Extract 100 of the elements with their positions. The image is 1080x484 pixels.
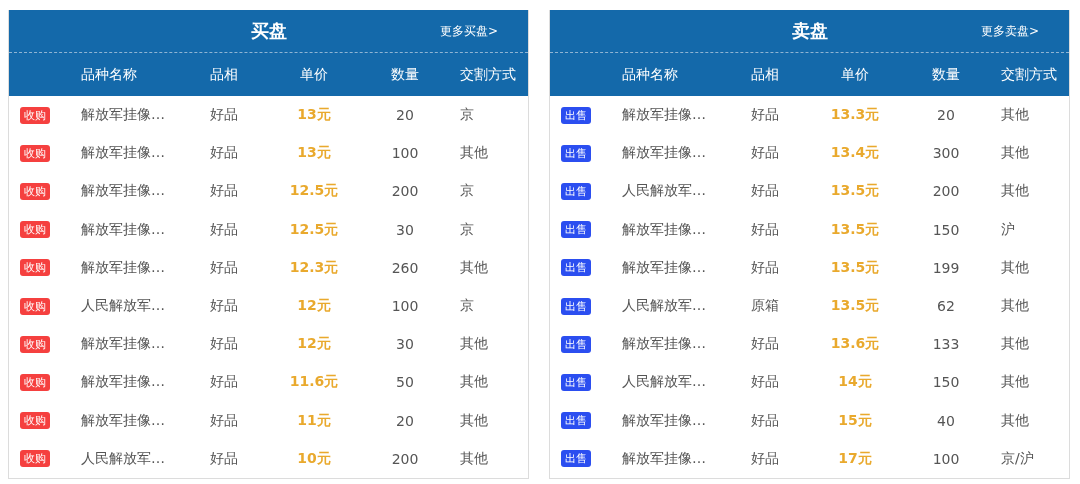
- column-header: 数量: [931, 65, 961, 84]
- price-cell-text: 11.6元: [288, 373, 340, 392]
- order-badge: 收购: [20, 106, 50, 124]
- price-cell-text: 12.3元: [288, 258, 340, 277]
- price-cell-text: 12.5元: [288, 220, 340, 239]
- item-name: 解放军挂像…: [622, 449, 707, 468]
- quantity-cell-text: 30: [395, 336, 415, 353]
- order-badge: 出售: [561, 297, 591, 315]
- quantity-cell-text: 200: [931, 183, 961, 200]
- delivery-cell-text: 其他: [459, 373, 489, 392]
- quantity-cell-text: 20: [395, 107, 415, 124]
- delivery-cell-text: 其他: [1000, 144, 1030, 163]
- order-badge: 收购: [20, 221, 50, 239]
- price-cell-text: 17元: [837, 449, 873, 468]
- item-name: 解放军挂像…: [81, 144, 166, 163]
- price-cell-text: 11元: [296, 411, 332, 430]
- item-name: 解放军挂像…: [622, 144, 707, 163]
- order-badge: 收购: [20, 182, 50, 200]
- delivery-cell-text: 其他: [1000, 258, 1030, 277]
- item-name: 解放军挂像…: [81, 106, 166, 125]
- delivery-cell-text: 其他: [459, 449, 489, 468]
- quantity-cell-text: 100: [390, 298, 420, 315]
- delivery-cell-text: 沪: [1000, 220, 1016, 239]
- grade-cell-text: 好品: [210, 106, 239, 125]
- quantity-cell-text: 30: [395, 221, 415, 238]
- item-name: 解放军挂像…: [622, 106, 707, 125]
- price-cell-text: 13.6元: [829, 335, 881, 354]
- grade-cell-text: 好品: [751, 449, 780, 468]
- order-badge: 出售: [561, 221, 591, 239]
- delivery-cell-text: 京: [459, 297, 475, 316]
- item-name: 人民解放军…: [81, 297, 166, 316]
- order-badge: 出售: [561, 144, 591, 162]
- price-cell-text: 13.5元: [829, 258, 881, 277]
- quantity-cell-text: 20: [936, 107, 956, 124]
- order-badge: 出售: [561, 450, 591, 468]
- price-cell-text: 13.3元: [829, 106, 881, 125]
- price-cell-text: 13元: [296, 144, 332, 163]
- order-badge: 出售: [561, 335, 591, 353]
- quantity-cell-text: 200: [390, 183, 420, 200]
- delivery-cell-text: 京/沪: [1000, 449, 1035, 468]
- grade-cell-text: 好品: [210, 297, 239, 316]
- column-header: 单价: [840, 65, 870, 84]
- price-cell-text: 14元: [837, 373, 873, 392]
- quantity-cell-text: 200: [390, 450, 420, 467]
- panel-title: 买盘: [250, 19, 287, 43]
- price-cell-text: 13元: [296, 106, 332, 125]
- order-badge: 出售: [561, 182, 591, 200]
- order-badge: 收购: [20, 450, 50, 468]
- item-name: 人民解放军…: [622, 373, 707, 392]
- price-cell-text: 13.5元: [829, 297, 881, 316]
- grade-cell-text: 好品: [210, 144, 239, 163]
- item-name: 人民解放军…: [81, 449, 166, 468]
- delivery-cell-text: 其他: [1000, 373, 1030, 392]
- grade-cell-text: 好品: [210, 182, 239, 201]
- quantity-cell-text: 100: [390, 145, 420, 162]
- quantity-cell-text: 50: [395, 374, 415, 391]
- delivery-cell-text: 京: [459, 182, 475, 201]
- price-cell-text: 12元: [296, 297, 332, 316]
- column-header: 品种名称: [81, 65, 138, 84]
- delivery-cell-text: 京: [459, 220, 475, 239]
- item-name: 解放军挂像…: [81, 335, 166, 354]
- item-name: 解放军挂像…: [622, 220, 707, 239]
- grade-cell-text: 好品: [751, 106, 780, 125]
- delivery-cell-text: 其他: [459, 335, 489, 354]
- order-badge: 收购: [20, 335, 50, 353]
- order-badge: 出售: [561, 259, 591, 277]
- column-header: 交割方式: [459, 65, 517, 84]
- delivery-cell-text: 京: [459, 106, 475, 125]
- column-header: 品种名称: [622, 65, 679, 84]
- grade-cell-text: 好品: [751, 335, 780, 354]
- price-cell-text: 12元: [296, 335, 332, 354]
- grade-cell-text: 好品: [210, 411, 239, 430]
- grade-cell-text: 好品: [751, 411, 780, 430]
- more-link[interactable]: 更多买盘>: [439, 23, 498, 40]
- column-header: 单价: [299, 65, 329, 84]
- delivery-cell-text: 其他: [1000, 297, 1030, 316]
- quantity-cell-text: 260: [390, 259, 420, 276]
- grade-cell-text: 好品: [751, 258, 780, 277]
- item-name: 解放军挂像…: [622, 258, 707, 277]
- order-badge: 出售: [561, 412, 591, 430]
- column-header: 品相: [210, 65, 239, 84]
- delivery-cell-text: 其他: [1000, 182, 1030, 201]
- item-name: 人民解放军…: [622, 297, 707, 316]
- grade-cell-text: 好品: [210, 373, 239, 392]
- grade-cell-text: 好品: [210, 220, 239, 239]
- price-cell-text: 13.5元: [829, 220, 881, 239]
- price-cell-text: 10元: [296, 449, 332, 468]
- item-name: 人民解放军…: [622, 182, 707, 201]
- quantity-cell-text: 100: [931, 450, 961, 467]
- price-cell-text: 13.5元: [829, 182, 881, 201]
- item-name: 解放军挂像…: [622, 335, 707, 354]
- price-cell-text: 12.5元: [288, 182, 340, 201]
- price-cell-text: 15元: [837, 411, 873, 430]
- delivery-cell-text: 其他: [459, 411, 489, 430]
- delivery-cell-text: 其他: [459, 144, 489, 163]
- grade-cell-text: 好品: [751, 144, 780, 163]
- more-link[interactable]: 更多卖盘>: [980, 23, 1039, 40]
- order-badge: 出售: [561, 106, 591, 124]
- grade-cell-text: 好品: [210, 258, 239, 277]
- grade-cell-text: 好品: [210, 335, 239, 354]
